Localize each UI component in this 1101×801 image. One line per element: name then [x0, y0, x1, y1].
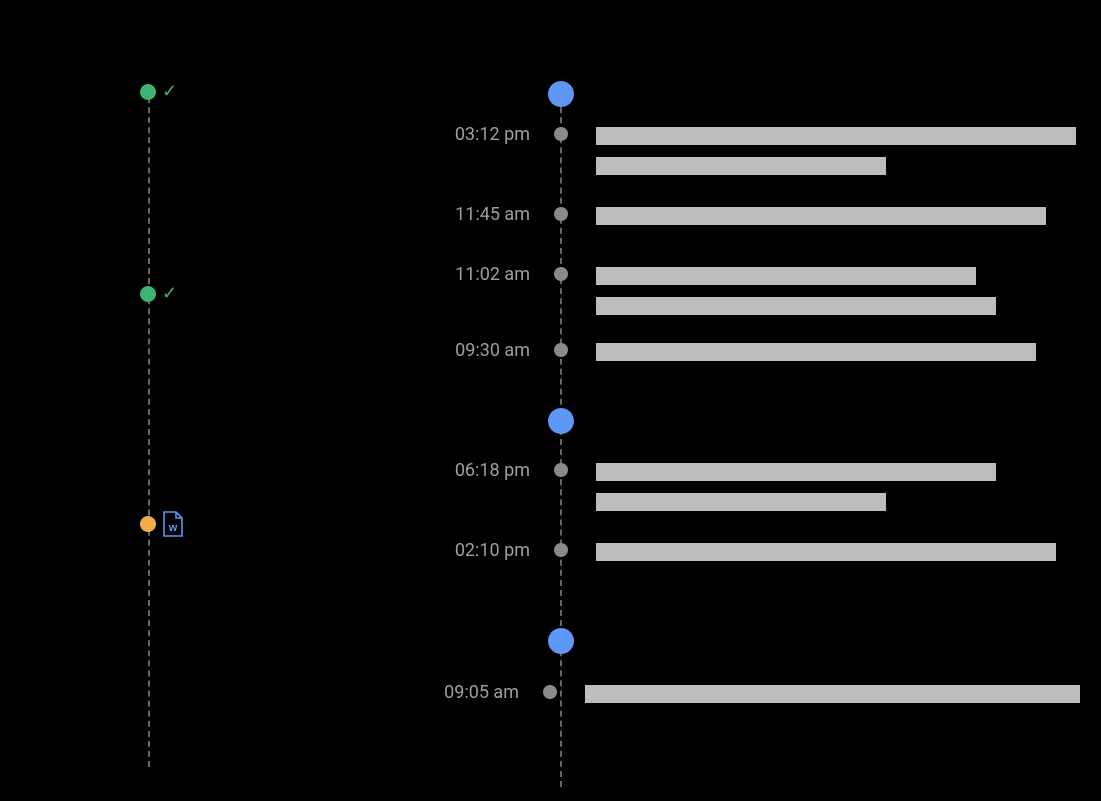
entry-time: 09:05 am [420, 685, 519, 701]
timeline-entry: 09:30 am [420, 343, 1080, 361]
placeholder-line [596, 463, 996, 481]
timeline-entry: 02:10 pm [420, 543, 1080, 561]
timeline-entry: 11:02 am [420, 267, 1080, 315]
entry-content [596, 267, 996, 315]
entry-time: 09:30 am [420, 343, 530, 359]
day-marker-0 [548, 81, 574, 107]
entry-time: 02:10 pm [420, 543, 530, 559]
entry-content [596, 207, 1046, 225]
status-dot-green [140, 84, 156, 100]
entry-content [596, 343, 1036, 361]
timeline-entry: 09:05 am [420, 685, 1080, 703]
left-timeline: ✓ ✓ w [140, 79, 200, 759]
entry-dot-icon [554, 343, 568, 357]
timeline-entry: 06:18 pm [420, 463, 1080, 511]
entry-time: 06:18 pm [420, 463, 530, 479]
placeholder-line [596, 267, 976, 285]
placeholder-line [596, 297, 996, 315]
right-timeline: 03:12 pm 11:45 am 11:02 am 09:30 am 06:18 pm… [420, 75, 1080, 785]
left-node-1: ✓ [140, 285, 177, 303]
left-timeline-line [148, 87, 150, 767]
entry-time: 11:02 am [420, 267, 530, 283]
check-icon: ✓ [162, 83, 177, 101]
placeholder-line [596, 207, 1046, 225]
timeline-entry: 11:45 am [420, 207, 1080, 225]
entry-content [585, 685, 1080, 703]
status-dot-green [140, 286, 156, 302]
placeholder-line [596, 157, 886, 175]
entry-dot-icon [554, 267, 568, 281]
right-timeline-line [560, 87, 562, 787]
check-icon: ✓ [162, 285, 177, 303]
left-node-2: w [140, 511, 184, 537]
entry-dot-icon [554, 207, 568, 221]
entry-dot-icon [554, 127, 568, 141]
timeline-entry: 03:12 pm [420, 127, 1080, 175]
placeholder-line [596, 127, 1076, 145]
day-marker-2 [548, 628, 574, 654]
placeholder-line [596, 543, 1056, 561]
entry-time: 03:12 pm [420, 127, 530, 143]
placeholder-line [585, 685, 1080, 703]
svg-text:w: w [168, 522, 178, 534]
entry-content [596, 127, 1076, 175]
day-marker-1 [548, 408, 574, 434]
left-node-0: ✓ [140, 83, 177, 101]
entry-content [596, 543, 1056, 561]
word-document-icon: w [162, 511, 184, 537]
entry-dot-icon [554, 463, 568, 477]
placeholder-line [596, 343, 1036, 361]
entry-dot-icon [554, 543, 568, 557]
entry-dot-icon [543, 685, 557, 699]
entry-time: 11:45 am [420, 207, 530, 223]
status-dot-amber [140, 516, 156, 532]
placeholder-line [596, 493, 886, 511]
entry-content [596, 463, 996, 511]
